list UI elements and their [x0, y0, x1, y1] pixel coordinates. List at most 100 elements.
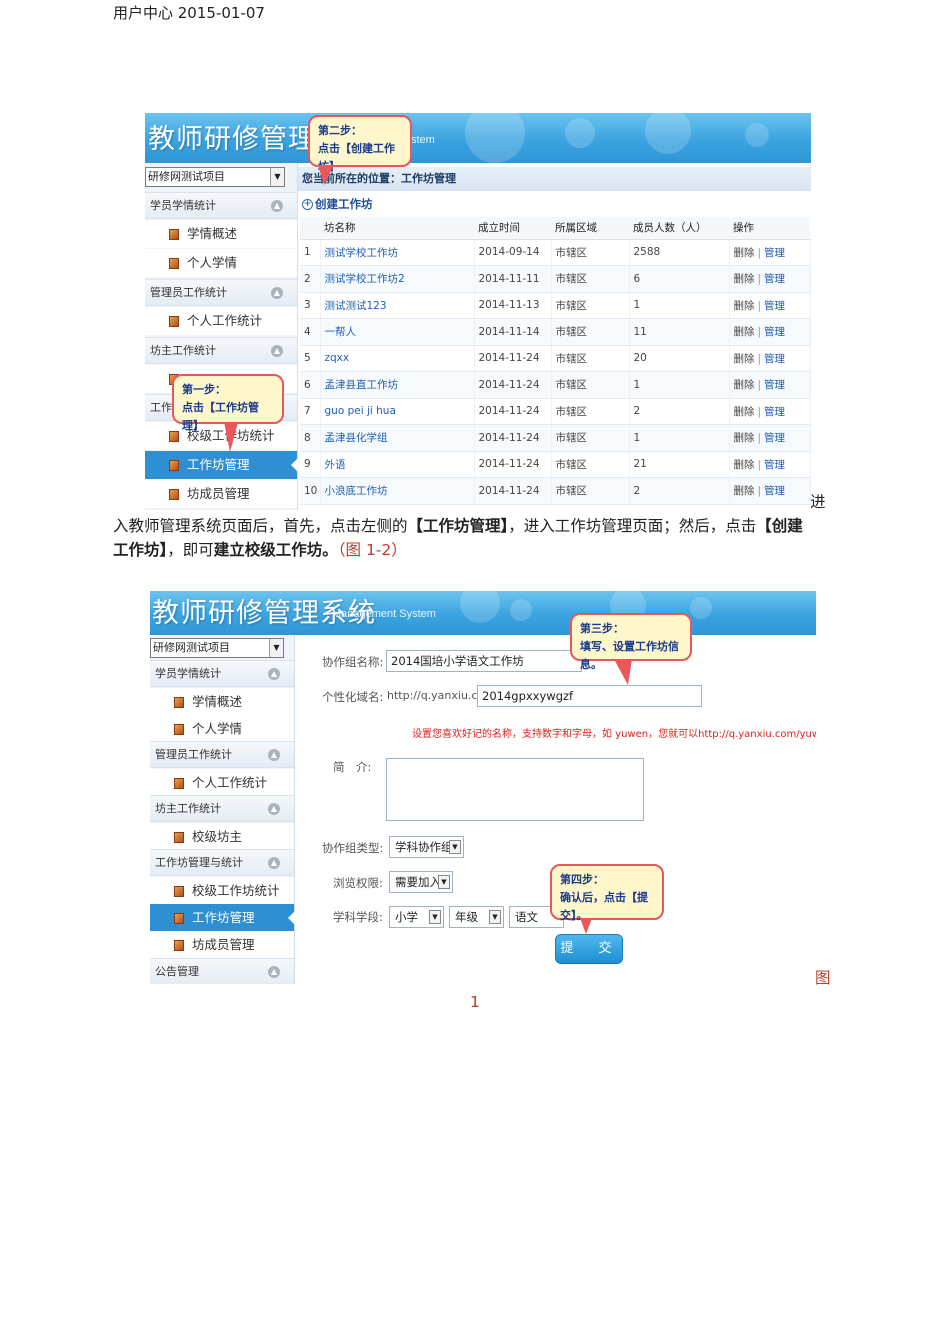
- chevron-down-icon[interactable]: ▼: [438, 875, 450, 889]
- sidebar-group-admin-stats[interactable]: 管理员工作统计 ▲: [150, 741, 294, 768]
- project-select[interactable]: 研修网测试项目 ▼: [150, 638, 284, 658]
- delete-link[interactable]: 删除: [734, 485, 755, 497]
- banner-subtitle: Management System: [332, 608, 436, 620]
- region: 市辖区: [551, 239, 630, 266]
- region: 市辖区: [551, 292, 630, 319]
- collapse-icon[interactable]: ▲: [271, 287, 283, 299]
- intro-textarea[interactable]: [386, 758, 644, 821]
- callout-tail: [318, 165, 334, 185]
- delete-link[interactable]: 删除: [734, 300, 755, 312]
- document-icon: [169, 460, 179, 471]
- manage-link[interactable]: 管理: [764, 326, 785, 338]
- collapse-icon[interactable]: ▲: [268, 803, 280, 815]
- perm-select[interactable]: 需要加入 ▼: [389, 871, 453, 893]
- sidebar-group-owner-stats[interactable]: 坊主工作统计 ▲: [145, 337, 297, 364]
- row-actions: 删除 | 管理: [729, 239, 811, 266]
- sidebar-group-learner-stats[interactable]: 学员学情统计 ▲: [150, 660, 294, 687]
- sidebar-group-workshop[interactable]: 工作坊管理与统计 ▲: [150, 849, 294, 876]
- sidebar-item-overview[interactable]: 学情概述: [145, 220, 297, 248]
- chevron-down-icon[interactable]: ▼: [429, 910, 441, 924]
- banner-bubble: [460, 591, 500, 623]
- action-separator: |: [757, 326, 762, 339]
- column-header: 成立时间: [474, 217, 551, 240]
- sidebar-item-school-stats[interactable]: 校级工作坊统计: [150, 877, 294, 905]
- collapse-icon[interactable]: ▲: [268, 749, 280, 761]
- delete-link[interactable]: 删除: [734, 247, 755, 259]
- founded-date: 2014-09-14: [474, 239, 552, 266]
- sidebar-item-workshop-manage[interactable]: 工作坊管理: [150, 904, 295, 932]
- delete-link[interactable]: 删除: [734, 432, 755, 444]
- delete-link[interactable]: 删除: [734, 353, 755, 365]
- sidebar-item-school-owner[interactable]: 校级坊主: [150, 823, 294, 851]
- workshop-name-link[interactable]: 测试测试123: [320, 292, 475, 319]
- delete-link[interactable]: 删除: [734, 379, 755, 391]
- sidebar-group-learner-stats[interactable]: 学员学情统计 ▲: [145, 192, 297, 219]
- name-input[interactable]: 2014国培小学语文工作坊: [386, 650, 582, 672]
- delete-link[interactable]: 删除: [734, 273, 755, 285]
- workshop-name-link[interactable]: 孟津县直工作坊: [320, 371, 475, 399]
- callout-step1: 第一步： 点击【工作坊管理】: [172, 374, 284, 452]
- manage-link[interactable]: 管理: [764, 353, 785, 365]
- manage-link[interactable]: 管理: [764, 406, 785, 418]
- sidebar-item-personal[interactable]: 个人学情: [150, 715, 294, 743]
- row-actions: 删除 | 管理: [729, 371, 811, 399]
- sidebar-item-member-manage[interactable]: 坊成员管理: [145, 480, 297, 508]
- banner-bubble: [745, 123, 769, 147]
- delete-link[interactable]: 删除: [734, 459, 755, 471]
- domain-input[interactable]: 2014gpxxywgzf: [477, 685, 702, 707]
- type-select[interactable]: 学科协作组 ▼: [389, 836, 464, 858]
- row-actions: 删除 | 管理: [729, 292, 811, 319]
- stage-select[interactable]: 小学 ▼: [389, 906, 444, 928]
- system-banner: 教师研修管理系 stem: [145, 113, 811, 163]
- workshop-name-link[interactable]: 孟津县化学组: [320, 424, 475, 452]
- grade-select[interactable]: 年级 ▼: [449, 906, 504, 928]
- sidebar-group-admin-stats[interactable]: 管理员工作统计 ▲: [145, 279, 297, 306]
- row-number: 8: [300, 424, 321, 452]
- workshop-name-link[interactable]: 外语: [320, 451, 475, 478]
- region: 市辖区: [551, 265, 630, 293]
- manage-link[interactable]: 管理: [764, 247, 785, 259]
- workshop-name-link[interactable]: 小浪底工作坊: [320, 477, 475, 505]
- create-workshop-button[interactable]: + 创建工作坊: [298, 193, 811, 215]
- workshop-name-link[interactable]: 测试学校工作坊: [320, 239, 475, 266]
- member-count: 21: [629, 451, 730, 478]
- sidebar-item-personal-work[interactable]: 个人工作统计: [145, 307, 297, 335]
- sidebar-item-overview[interactable]: 学情概述: [150, 688, 294, 716]
- submit-button[interactable]: 提 交: [555, 934, 623, 964]
- document-icon: [169, 489, 179, 500]
- founded-date: 2014-11-24: [474, 424, 552, 452]
- chevron-down-icon[interactable]: ▼: [489, 910, 501, 924]
- manage-link[interactable]: 管理: [764, 273, 785, 285]
- banner-bubble: [645, 113, 691, 154]
- collapse-icon[interactable]: ▲: [268, 966, 280, 978]
- chevron-down-icon[interactable]: ▼: [449, 840, 461, 854]
- region: 市辖区: [551, 345, 630, 372]
- manage-link[interactable]: 管理: [764, 300, 785, 312]
- figure-caption-tu: 图: [815, 969, 831, 987]
- collapse-icon[interactable]: ▲: [268, 857, 280, 869]
- chevron-down-icon[interactable]: ▼: [270, 168, 284, 186]
- row-actions: 删除 | 管理: [729, 424, 811, 452]
- manage-link[interactable]: 管理: [764, 459, 785, 471]
- project-select[interactable]: 研修网测试项目 ▼: [145, 167, 285, 187]
- workshop-name-link[interactable]: 一帮人: [320, 318, 475, 346]
- paragraph-line2: 工作坊】，即可建立校级工作坊。（图 1-2）: [113, 541, 407, 559]
- chevron-down-icon[interactable]: ▼: [269, 639, 283, 657]
- sidebar-item-personal-work[interactable]: 个人工作统计: [150, 769, 294, 797]
- delete-link[interactable]: 删除: [734, 326, 755, 338]
- manage-link[interactable]: 管理: [764, 485, 785, 497]
- sidebar-group-owner-stats[interactable]: 坊主工作统计 ▲: [150, 795, 294, 822]
- collapse-icon[interactable]: ▲: [271, 345, 283, 357]
- workshop-name-link[interactable]: zqxx: [320, 345, 475, 372]
- sidebar-item-workshop-manage[interactable]: 工作坊管理: [145, 451, 298, 479]
- sidebar-item-member-manage[interactable]: 坊成员管理: [150, 931, 294, 959]
- delete-link[interactable]: 删除: [734, 406, 755, 418]
- workshop-name-link[interactable]: guo pei ji hua: [320, 398, 475, 425]
- sidebar-item-personal[interactable]: 个人学情: [145, 249, 297, 277]
- manage-link[interactable]: 管理: [764, 379, 785, 391]
- sidebar-group-notice[interactable]: 公告管理 ▲: [150, 958, 294, 984]
- manage-link[interactable]: 管理: [764, 432, 785, 444]
- collapse-icon[interactable]: ▲: [271, 200, 283, 212]
- workshop-name-link[interactable]: 测试学校工作坊2: [320, 265, 475, 293]
- collapse-icon[interactable]: ▲: [268, 668, 280, 680]
